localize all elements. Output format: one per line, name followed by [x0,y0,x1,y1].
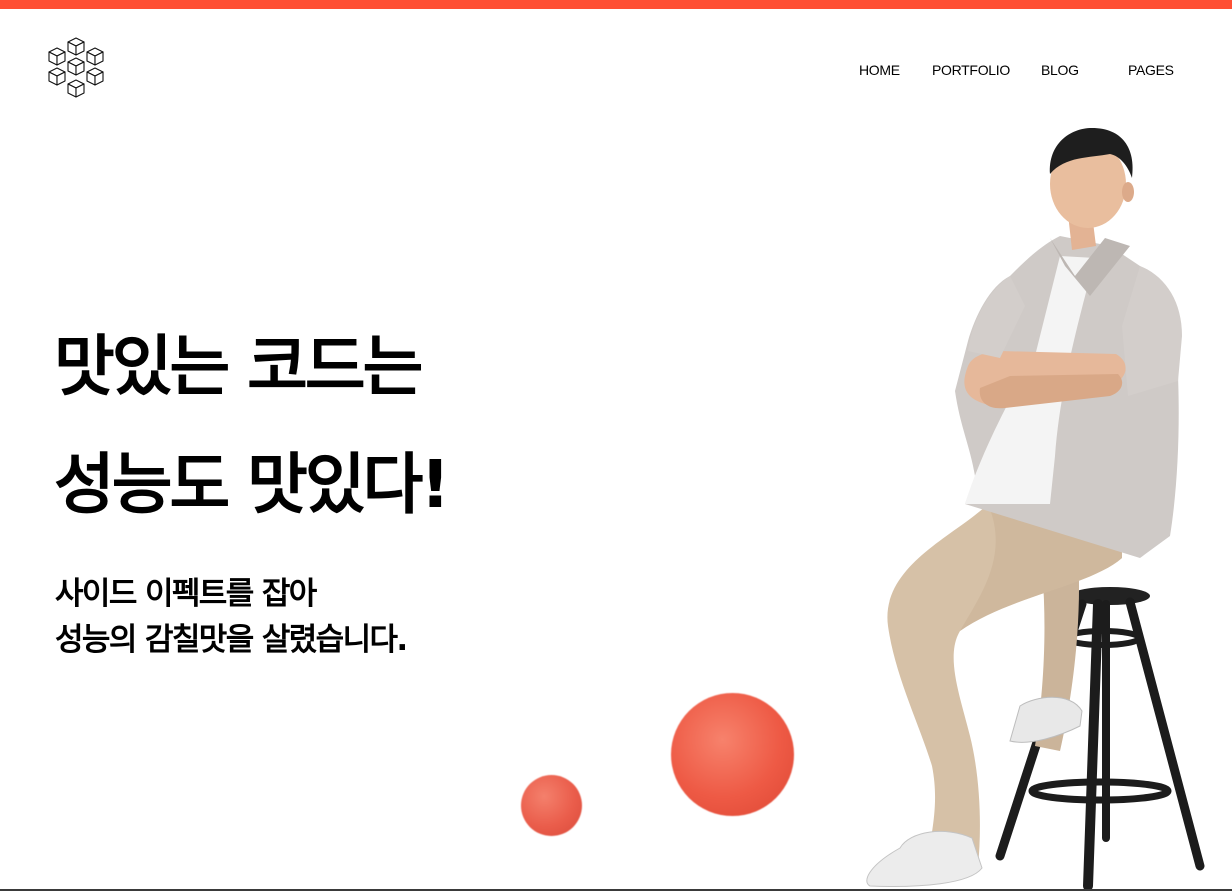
red-sphere-large [671,693,794,816]
nav-pages-link[interactable]: PAGES [1128,62,1174,78]
hero-title-line-2: 성능도 맛있다! [54,446,450,523]
nav-portfolio-link[interactable]: PORTFOLIO [932,62,1010,78]
top-accent-bar [0,0,1232,9]
main-nav: HOME PORTFOLIO BLOG PAGES [0,62,1232,82]
red-sphere-small [521,775,582,836]
person-sitting-on-stool-image [866,128,1205,891]
hero-subtitle-line-1: 사이드 이펙트를 잡아 [55,576,317,612]
nav-blog-link[interactable]: BLOG [1041,62,1079,78]
nav-home-link[interactable]: HOME [859,62,900,78]
hero-title-line-1: 맛있는 코드는 [54,328,423,405]
hero-subtitle-line-2: 성능의 감칠맛을 살렸습니다. [55,622,408,658]
